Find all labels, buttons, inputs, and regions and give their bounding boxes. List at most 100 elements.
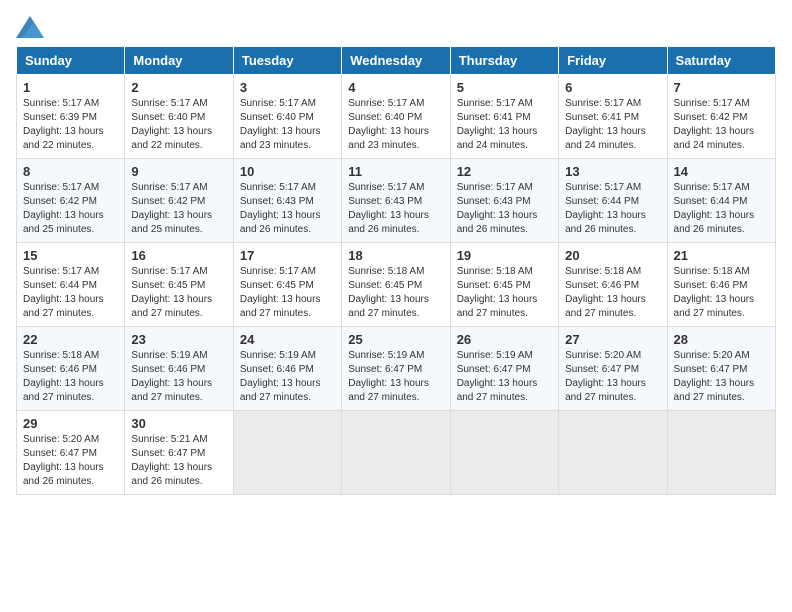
calendar-day-cell: 3 Sunrise: 5:17 AM Sunset: 6:40 PM Dayli… <box>233 75 341 159</box>
day-info: Sunrise: 5:17 AM Sunset: 6:41 PM Dayligh… <box>565 97 660 153</box>
day-number: 26 <box>457 332 552 347</box>
logo <box>16 16 48 38</box>
day-number: 28 <box>674 332 769 347</box>
calendar-day-cell: 4 Sunrise: 5:17 AM Sunset: 6:40 PM Dayli… <box>342 75 450 159</box>
day-info: Sunrise: 5:17 AM Sunset: 6:45 PM Dayligh… <box>240 265 335 321</box>
page-header <box>16 16 776 38</box>
day-number: 27 <box>565 332 660 347</box>
day-number: 11 <box>348 164 443 179</box>
day-info: Sunrise: 5:17 AM Sunset: 6:43 PM Dayligh… <box>348 181 443 237</box>
calendar-day-cell: 25 Sunrise: 5:19 AM Sunset: 6:47 PM Dayl… <box>342 327 450 411</box>
calendar-day-cell <box>450 411 558 495</box>
day-info: Sunrise: 5:17 AM Sunset: 6:45 PM Dayligh… <box>131 265 226 321</box>
calendar-day-cell: 6 Sunrise: 5:17 AM Sunset: 6:41 PM Dayli… <box>559 75 667 159</box>
calendar-day-cell: 15 Sunrise: 5:17 AM Sunset: 6:44 PM Dayl… <box>17 243 125 327</box>
day-number: 9 <box>131 164 226 179</box>
day-number: 12 <box>457 164 552 179</box>
calendar-day-cell: 7 Sunrise: 5:17 AM Sunset: 6:42 PM Dayli… <box>667 75 775 159</box>
calendar-week-row: 15 Sunrise: 5:17 AM Sunset: 6:44 PM Dayl… <box>17 243 776 327</box>
day-number: 3 <box>240 80 335 95</box>
day-info: Sunrise: 5:17 AM Sunset: 6:42 PM Dayligh… <box>23 181 118 237</box>
day-number: 25 <box>348 332 443 347</box>
day-number: 2 <box>131 80 226 95</box>
day-info: Sunrise: 5:18 AM Sunset: 6:45 PM Dayligh… <box>348 265 443 321</box>
day-info: Sunrise: 5:18 AM Sunset: 6:46 PM Dayligh… <box>565 265 660 321</box>
day-info: Sunrise: 5:17 AM Sunset: 6:43 PM Dayligh… <box>240 181 335 237</box>
calendar-day-cell: 5 Sunrise: 5:17 AM Sunset: 6:41 PM Dayli… <box>450 75 558 159</box>
calendar-day-cell <box>342 411 450 495</box>
day-number: 14 <box>674 164 769 179</box>
day-number: 8 <box>23 164 118 179</box>
day-info: Sunrise: 5:19 AM Sunset: 6:46 PM Dayligh… <box>131 349 226 405</box>
day-info: Sunrise: 5:20 AM Sunset: 6:47 PM Dayligh… <box>565 349 660 405</box>
calendar-day-header: Thursday <box>450 47 558 75</box>
day-number: 17 <box>240 248 335 263</box>
day-number: 10 <box>240 164 335 179</box>
day-info: Sunrise: 5:17 AM Sunset: 6:44 PM Dayligh… <box>565 181 660 237</box>
calendar-day-cell: 23 Sunrise: 5:19 AM Sunset: 6:46 PM Dayl… <box>125 327 233 411</box>
calendar-day-header: Sunday <box>17 47 125 75</box>
day-number: 30 <box>131 416 226 431</box>
calendar-day-cell: 11 Sunrise: 5:17 AM Sunset: 6:43 PM Dayl… <box>342 159 450 243</box>
calendar-day-cell: 8 Sunrise: 5:17 AM Sunset: 6:42 PM Dayli… <box>17 159 125 243</box>
calendar-day-cell: 20 Sunrise: 5:18 AM Sunset: 6:46 PM Dayl… <box>559 243 667 327</box>
day-info: Sunrise: 5:17 AM Sunset: 6:39 PM Dayligh… <box>23 97 118 153</box>
calendar-day-cell: 24 Sunrise: 5:19 AM Sunset: 6:46 PM Dayl… <box>233 327 341 411</box>
day-info: Sunrise: 5:18 AM Sunset: 6:45 PM Dayligh… <box>457 265 552 321</box>
day-number: 23 <box>131 332 226 347</box>
day-info: Sunrise: 5:18 AM Sunset: 6:46 PM Dayligh… <box>674 265 769 321</box>
calendar-day-header: Saturday <box>667 47 775 75</box>
calendar-day-header: Monday <box>125 47 233 75</box>
day-info: Sunrise: 5:19 AM Sunset: 6:46 PM Dayligh… <box>240 349 335 405</box>
calendar-day-cell: 14 Sunrise: 5:17 AM Sunset: 6:44 PM Dayl… <box>667 159 775 243</box>
day-info: Sunrise: 5:17 AM Sunset: 6:42 PM Dayligh… <box>131 181 226 237</box>
page-container: SundayMondayTuesdayWednesdayThursdayFrid… <box>16 16 776 495</box>
calendar-day-cell: 1 Sunrise: 5:17 AM Sunset: 6:39 PM Dayli… <box>17 75 125 159</box>
calendar-week-row: 8 Sunrise: 5:17 AM Sunset: 6:42 PM Dayli… <box>17 159 776 243</box>
day-number: 5 <box>457 80 552 95</box>
day-number: 18 <box>348 248 443 263</box>
day-info: Sunrise: 5:17 AM Sunset: 6:42 PM Dayligh… <box>674 97 769 153</box>
calendar-day-cell: 19 Sunrise: 5:18 AM Sunset: 6:45 PM Dayl… <box>450 243 558 327</box>
day-info: Sunrise: 5:19 AM Sunset: 6:47 PM Dayligh… <box>457 349 552 405</box>
calendar-day-cell: 26 Sunrise: 5:19 AM Sunset: 6:47 PM Dayl… <box>450 327 558 411</box>
calendar-week-row: 29 Sunrise: 5:20 AM Sunset: 6:47 PM Dayl… <box>17 411 776 495</box>
day-info: Sunrise: 5:21 AM Sunset: 6:47 PM Dayligh… <box>131 433 226 489</box>
day-info: Sunrise: 5:17 AM Sunset: 6:41 PM Dayligh… <box>457 97 552 153</box>
calendar-day-cell: 30 Sunrise: 5:21 AM Sunset: 6:47 PM Dayl… <box>125 411 233 495</box>
calendar-day-cell: 10 Sunrise: 5:17 AM Sunset: 6:43 PM Dayl… <box>233 159 341 243</box>
day-number: 15 <box>23 248 118 263</box>
day-number: 7 <box>674 80 769 95</box>
logo-icon <box>16 16 44 38</box>
day-number: 4 <box>348 80 443 95</box>
day-number: 29 <box>23 416 118 431</box>
calendar-day-cell <box>667 411 775 495</box>
day-info: Sunrise: 5:17 AM Sunset: 6:43 PM Dayligh… <box>457 181 552 237</box>
calendar-day-cell: 22 Sunrise: 5:18 AM Sunset: 6:46 PM Dayl… <box>17 327 125 411</box>
calendar-day-cell: 12 Sunrise: 5:17 AM Sunset: 6:43 PM Dayl… <box>450 159 558 243</box>
day-number: 19 <box>457 248 552 263</box>
calendar-week-row: 1 Sunrise: 5:17 AM Sunset: 6:39 PM Dayli… <box>17 75 776 159</box>
calendar-day-cell: 21 Sunrise: 5:18 AM Sunset: 6:46 PM Dayl… <box>667 243 775 327</box>
day-number: 1 <box>23 80 118 95</box>
calendar-header-row: SundayMondayTuesdayWednesdayThursdayFrid… <box>17 47 776 75</box>
calendar-day-cell: 27 Sunrise: 5:20 AM Sunset: 6:47 PM Dayl… <box>559 327 667 411</box>
calendar-day-cell: 16 Sunrise: 5:17 AM Sunset: 6:45 PM Dayl… <box>125 243 233 327</box>
day-number: 22 <box>23 332 118 347</box>
day-info: Sunrise: 5:20 AM Sunset: 6:47 PM Dayligh… <box>23 433 118 489</box>
day-number: 21 <box>674 248 769 263</box>
day-info: Sunrise: 5:17 AM Sunset: 6:40 PM Dayligh… <box>240 97 335 153</box>
day-info: Sunrise: 5:19 AM Sunset: 6:47 PM Dayligh… <box>348 349 443 405</box>
day-number: 20 <box>565 248 660 263</box>
day-info: Sunrise: 5:17 AM Sunset: 6:44 PM Dayligh… <box>674 181 769 237</box>
day-number: 16 <box>131 248 226 263</box>
day-number: 6 <box>565 80 660 95</box>
calendar-day-header: Tuesday <box>233 47 341 75</box>
day-info: Sunrise: 5:20 AM Sunset: 6:47 PM Dayligh… <box>674 349 769 405</box>
day-number: 13 <box>565 164 660 179</box>
calendar-day-header: Friday <box>559 47 667 75</box>
calendar-day-cell: 2 Sunrise: 5:17 AM Sunset: 6:40 PM Dayli… <box>125 75 233 159</box>
calendar-day-header: Wednesday <box>342 47 450 75</box>
day-info: Sunrise: 5:18 AM Sunset: 6:46 PM Dayligh… <box>23 349 118 405</box>
calendar-day-cell: 13 Sunrise: 5:17 AM Sunset: 6:44 PM Dayl… <box>559 159 667 243</box>
